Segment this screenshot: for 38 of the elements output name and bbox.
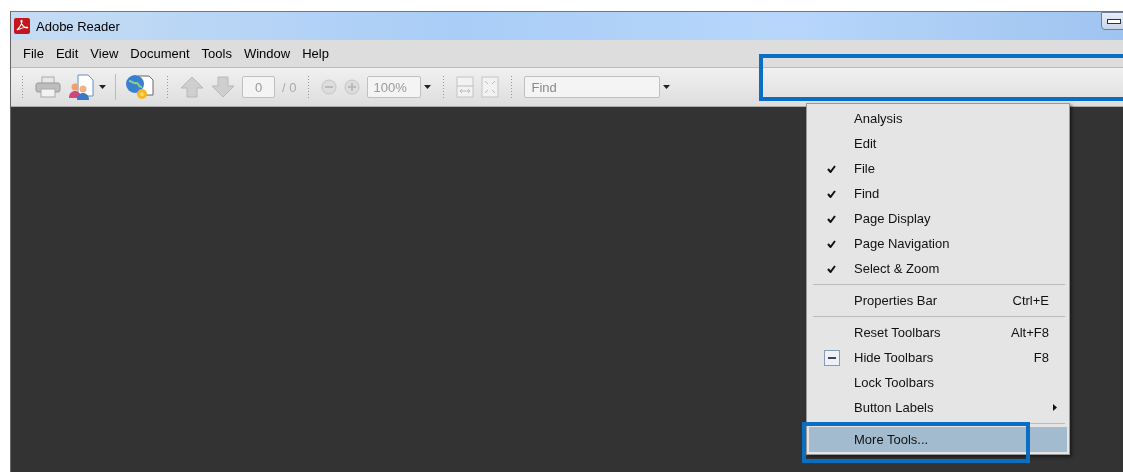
caret-icon[interactable] <box>99 85 106 89</box>
caret-icon[interactable] <box>663 85 671 89</box>
menu-option[interactable]: Properties Bar Ctrl+E <box>809 288 1067 313</box>
caret-icon[interactable] <box>424 85 432 89</box>
minimize-button[interactable] <box>1101 12 1123 30</box>
pdf-logo-icon <box>14 18 30 34</box>
fit-width-icon[interactable] <box>456 76 475 98</box>
menu-option[interactable]: Edit <box>809 131 1067 156</box>
menu-item[interactable]: Tools <box>195 46 238 61</box>
page-total: / 0 <box>282 79 297 95</box>
zoom-in-icon[interactable] <box>344 79 361 95</box>
menu-option[interactable]: Analysis <box>809 106 1067 131</box>
menu-item[interactable]: Document <box>124 46 196 61</box>
menu-option[interactable]: Page Display <box>809 206 1067 231</box>
menu-item[interactable]: Window <box>237 46 297 61</box>
down-arrow-icon[interactable] <box>211 76 235 98</box>
menu-option[interactable]: Reset Toolbars Alt+F8 <box>809 320 1067 345</box>
fit-page-icon[interactable] <box>481 76 500 98</box>
menu-option[interactable]: Button Labels <box>809 395 1067 420</box>
people-document-icon[interactable] <box>68 74 96 100</box>
menu-option[interactable]: Find <box>809 181 1067 206</box>
printer-icon[interactable] <box>35 76 61 98</box>
menu-option[interactable]: File <box>809 156 1067 181</box>
menu-option[interactable]: More Tools... <box>809 427 1067 452</box>
menu-option[interactable]: Hide Toolbars F8 <box>809 345 1067 370</box>
menu-item[interactable]: Edit <box>49 46 85 61</box>
window-title: Adobe Reader <box>36 18 120 34</box>
menu-option[interactable]: Page Navigation <box>809 231 1067 256</box>
menu-item[interactable]: View <box>84 46 125 61</box>
zoom-out-icon[interactable] <box>321 79 338 95</box>
globe-document-icon[interactable] <box>125 73 155 101</box>
menu-item[interactable]: Help <box>296 46 335 61</box>
menu-item[interactable]: File <box>17 46 50 61</box>
menu-option[interactable]: Select & Zoom <box>809 256 1067 281</box>
find-field[interactable]: Find <box>524 76 661 98</box>
minus-box-icon <box>823 349 840 366</box>
menu-option[interactable]: Lock Toolbars <box>809 370 1067 395</box>
up-arrow-icon[interactable] <box>180 76 204 98</box>
